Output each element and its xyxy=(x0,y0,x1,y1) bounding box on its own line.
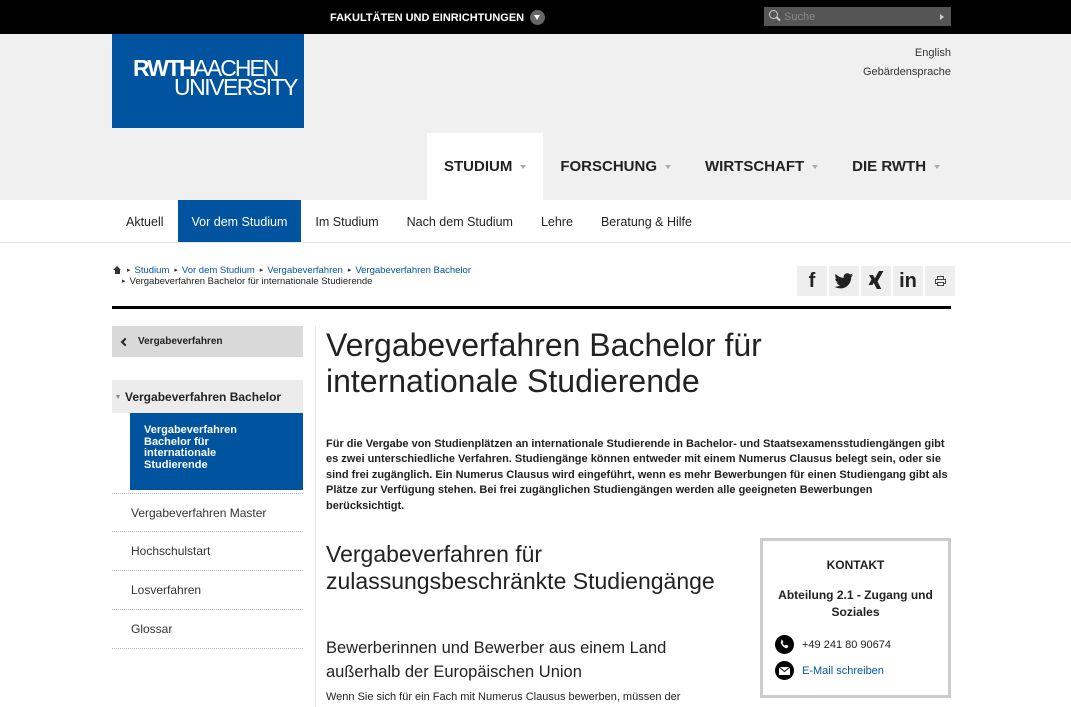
language-links: English Gebärdensprache xyxy=(863,44,951,82)
section-heading: Vergabeverfahren für zulassungsbeschränk… xyxy=(326,541,715,594)
share-bar: f in xyxy=(797,266,957,296)
linkedin-icon[interactable]: in xyxy=(893,266,923,296)
contact-phone: +49 241 80 90674 xyxy=(775,635,891,654)
lead-paragraph: Für die Vergabe von Studienplätzen an in… xyxy=(326,438,948,512)
divider xyxy=(0,242,1071,243)
main-nav-forschung[interactable]: FORSCHUNG xyxy=(543,133,688,200)
facebook-glyph: f xyxy=(808,269,816,292)
breadcrumb-link-vor-dem-studium[interactable]: Vor dem Studium xyxy=(182,265,255,276)
contact-box: KONTAKT Abteilung 2.1 - Zugang und Sozia… xyxy=(760,538,951,698)
chevron-left-icon xyxy=(120,337,130,346)
search-submit-icon[interactable] xyxy=(935,7,951,26)
breadcrumb-link-studium[interactable]: Studium xyxy=(135,265,170,276)
top-bar: FAKULTÄTEN UND EINRICHTUNGEN xyxy=(0,0,1071,34)
language-link-sign[interactable]: Gebärdensprache xyxy=(863,63,951,82)
content-top-rule xyxy=(112,306,951,309)
xing-icon[interactable] xyxy=(861,266,891,296)
contact-phone-number[interactable]: +49 241 80 90674 xyxy=(802,639,891,651)
caret-down-icon xyxy=(116,394,120,399)
sidebar-divider xyxy=(315,326,316,707)
header: RWTHAACHEN UNIVERSITY English Gebärdensp… xyxy=(0,34,1071,200)
chevron-down-icon xyxy=(665,164,671,169)
main-nav-label: STUDIUM xyxy=(444,158,513,175)
chevron-right-icon: ▸ xyxy=(122,278,126,285)
main-nav-die-rwth[interactable]: DIE RWTH xyxy=(835,133,957,200)
contact-email-link[interactable]: E-Mail schreiben xyxy=(802,665,884,677)
logo-text-university: UNIVERSITY xyxy=(174,74,299,100)
linkedin-glyph: in xyxy=(899,269,917,292)
main-nav-label: DIE RWTH xyxy=(852,158,927,175)
chevron-down-icon xyxy=(520,164,527,169)
sidebar-item-active[interactable]: Vergabeverfahren Bachelor für internatio… xyxy=(130,413,303,490)
contact-email: E-Mail schreiben xyxy=(775,661,884,680)
breadcrumb-link-bachelor[interactable]: Vergabeverfahren Bachelor xyxy=(355,265,471,276)
page-title: Vergabeverfahren Bachelor für internatio… xyxy=(326,327,762,399)
main-nav-label: FORSCHUNG xyxy=(560,158,657,175)
sidebar-item-glossar[interactable]: Glossar xyxy=(112,610,303,649)
breadcrumb-current: Vergabeverfahren Bachelor für internatio… xyxy=(129,276,373,287)
sub-nav-im-studium[interactable]: Im Studium xyxy=(301,200,392,243)
subsection-heading: Bewerberinnen und Bewerber aus einem Lan… xyxy=(326,639,667,681)
phone-icon xyxy=(775,635,794,654)
chevron-right-icon: ▸ xyxy=(174,267,178,274)
sidebar-parent-item[interactable]: Vergabeverfahren Bachelor xyxy=(112,380,303,413)
home-icon[interactable] xyxy=(113,266,122,275)
chevron-down-icon xyxy=(812,164,819,169)
breadcrumb: ▸ Studium ▸ Vor dem Studium ▸ Vergabever… xyxy=(113,265,471,287)
contact-title: KONTAKT xyxy=(826,558,885,572)
sidebar-list: Vergabeverfahren Master Hochschulstart L… xyxy=(112,493,303,649)
contact-department: Abteilung 2.1 - Zugang und Soziales xyxy=(778,588,933,619)
rwth-logo[interactable]: RWTHAACHEN UNIVERSITY xyxy=(112,34,304,128)
sub-nav: Aktuell Vor dem Studium Im Studium Nach … xyxy=(112,200,706,243)
language-link-english[interactable]: English xyxy=(863,44,951,63)
print-icon[interactable] xyxy=(925,266,955,296)
sub-nav-nach-dem-studium[interactable]: Nach dem Studium xyxy=(393,200,527,243)
sidebar-item-losverfahren[interactable]: Losverfahren xyxy=(112,571,303,610)
chevron-right-icon: ▸ xyxy=(127,267,131,274)
chevron-down-icon xyxy=(934,164,941,169)
mail-icon xyxy=(775,661,794,680)
faculties-menu[interactable]: FAKULTÄTEN UND EINRICHTUNGEN xyxy=(330,10,546,25)
chevron-right-icon: ▸ xyxy=(259,267,264,274)
sidebar-active-label: Vergabeverfahren Bachelor für internatio… xyxy=(144,424,237,471)
main-nav-label: WIRTSCHAFT xyxy=(705,158,805,175)
sidebar-item-master[interactable]: Vergabeverfahren Master xyxy=(112,493,303,532)
body-text: Wenn Sie sich für ein Fach mit Numerus C… xyxy=(326,691,681,703)
facebook-icon[interactable]: f xyxy=(797,266,827,296)
search-input[interactable] xyxy=(784,7,935,26)
sidebar-parent-label: Vergabeverfahren Bachelor xyxy=(125,389,282,404)
main-nav: STUDIUM FORSCHUNG WIRTSCHAFT DIE RWTH xyxy=(427,133,957,200)
chevron-right-icon: ▸ xyxy=(347,267,352,274)
faculties-label: FAKULTÄTEN UND EINRICHTUNGEN xyxy=(330,11,525,24)
twitter-icon[interactable] xyxy=(829,266,859,296)
main-nav-studium[interactable]: STUDIUM xyxy=(427,133,544,200)
sidebar-back-label: Vergabeverfahren xyxy=(138,336,223,347)
breadcrumb-link-vergabeverfahren[interactable]: Vergabeverfahren xyxy=(267,265,343,276)
sub-nav-beratung[interactable]: Beratung & Hilfe xyxy=(587,200,706,243)
sub-nav-aktuell[interactable]: Aktuell xyxy=(112,200,178,243)
search-box xyxy=(764,7,951,26)
sidebar-back-link[interactable]: Vergabeverfahren xyxy=(112,326,303,357)
sub-nav-lehre[interactable]: Lehre xyxy=(527,200,587,243)
sub-nav-vor-dem-studium[interactable]: Vor dem Studium xyxy=(177,200,302,243)
main-nav-wirtschaft[interactable]: WIRTSCHAFT xyxy=(688,133,835,200)
search-icon xyxy=(764,7,784,26)
sidebar-item-hochschulstart[interactable]: Hochschulstart xyxy=(112,532,303,571)
chevron-down-icon xyxy=(530,10,546,25)
